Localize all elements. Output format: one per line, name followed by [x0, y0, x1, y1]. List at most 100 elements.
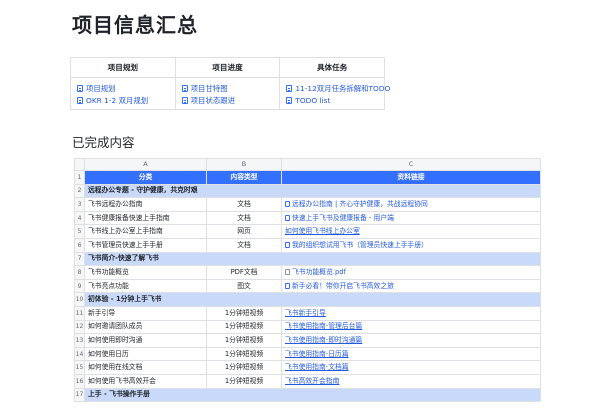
link-cell[interactable]: 飞书功能概览.pdf [281, 265, 541, 280]
doc-link-label: OKR 1-2 双月规划 [86, 95, 149, 105]
summary-cell-planning: 项目规划 OKR 1-2 双月规划 [70, 77, 176, 110]
resource-link[interactable]: 飞书使用指南-即时沟通篇 [285, 336, 362, 344]
header-cell-link[interactable]: 资料链接 [281, 170, 541, 185]
link-cell[interactable]: 飞书高效开会指南 [281, 373, 541, 389]
doc-link[interactable]: OKR 1-2 双月规划 [77, 94, 169, 106]
group-label[interactable]: 上手 - 飞书操作手册 [84, 387, 541, 403]
row-number[interactable]: 17 [74, 387, 85, 403]
category-cell[interactable]: 飞书健康报备快速上手指南 [84, 210, 207, 226]
group-row: 10 初体验 - 1分钟上手飞书 [74, 292, 541, 307]
row-number[interactable]: 4 [74, 210, 85, 226]
link-cell[interactable]: 新手必看！带你开启飞书高效之旅 [281, 278, 541, 294]
row-number[interactable]: 15 [74, 360, 85, 375]
header-cell-category[interactable]: 分类 [84, 170, 207, 185]
category-cell[interactable]: 如何使用飞书高效开会 [84, 373, 207, 389]
link-cell[interactable]: 飞书使用指南-日历篇 [281, 346, 541, 362]
type-cell[interactable]: 1分钟短视频 [206, 333, 282, 348]
resource-link[interactable]: 远程办公指南 | 齐心守护健康，共战远程协同 [292, 200, 428, 208]
category-cell[interactable]: 飞书亮点功能 [84, 278, 207, 294]
category-cell[interactable]: 飞书功能概览 [84, 265, 207, 280]
column-letter[interactable]: C [281, 158, 541, 171]
resource-link[interactable]: 飞书使用指南-日历篇 [285, 350, 349, 358]
doc-link[interactable]: 11-12双月任务拆解和TODO [286, 82, 390, 94]
category-cell[interactable]: 如何邀请团队成员 [84, 319, 207, 335]
row-number[interactable]: 9 [74, 278, 85, 294]
table-row: 16 如何使用飞书高效开会 1分钟短视频 飞书高效开会指南 [74, 373, 541, 389]
file-icon [285, 268, 290, 275]
doc-link[interactable]: 项目甘特图 [181, 82, 274, 94]
link-cell[interactable]: 快速上手飞书及健康报备 - 用户端 [281, 210, 541, 226]
type-cell[interactable]: PDF文档 [206, 265, 282, 280]
corner-cell[interactable] [74, 158, 85, 171]
row-number[interactable]: 10 [74, 292, 85, 307]
type-cell[interactable]: 网页 [206, 224, 282, 239]
doc-icon [286, 84, 293, 92]
row-number[interactable]: 11 [74, 305, 85, 321]
category-cell[interactable]: 新手引导 [84, 305, 207, 321]
doc-link-label: 项目状态跟进 [190, 95, 236, 105]
doc-link[interactable]: 项目规划 [77, 82, 169, 94]
column-letter[interactable]: A [84, 158, 207, 171]
row-number[interactable]: 1 [74, 170, 85, 185]
row-number[interactable]: 16 [74, 373, 85, 389]
header-cell-type[interactable]: 内容类型 [206, 170, 282, 185]
resource-link[interactable]: 飞书高效开会指南 [285, 377, 339, 385]
resource-link[interactable]: 快速上手飞书及健康报备 - 用户端 [292, 214, 394, 222]
link-cell[interactable]: 飞书新手引导 [281, 305, 541, 321]
table-row: 4 飞书健康报备快速上手指南 文档 快速上手飞书及健康报备 - 用户端 [74, 210, 541, 226]
type-cell[interactable]: 1分钟短视频 [206, 360, 282, 375]
type-cell[interactable]: 图文 [206, 278, 282, 294]
doc-link-label: TODO list [295, 95, 331, 105]
type-cell[interactable]: 1分钟短视频 [206, 305, 282, 321]
page-title: 项目信息汇总 [72, 13, 198, 37]
category-cell[interactable]: 飞书线上办公室上手指南 [84, 224, 207, 239]
link-cell[interactable]: 远程办公指南 | 齐心守护健康，共战远程协同 [281, 197, 541, 212]
category-cell[interactable]: 如何使用日历 [84, 346, 207, 362]
resource-link[interactable]: 飞书新手引导 [285, 309, 326, 317]
row-number[interactable]: 13 [74, 333, 85, 348]
resource-link[interactable]: 新手必看！带你开启飞书高效之旅 [292, 282, 394, 290]
section-title: 已完成内容 [72, 135, 135, 150]
row-number[interactable]: 12 [74, 319, 85, 335]
doc-icon [77, 84, 83, 92]
group-label[interactable]: 远程办公专题 - 守护健康，共克时艰 [84, 183, 541, 199]
doc-link[interactable]: 项目状态跟进 [181, 94, 274, 106]
group-label[interactable]: 飞书简介-快速了解飞书 [84, 251, 541, 267]
row-number[interactable]: 7 [74, 251, 85, 267]
link-cell[interactable]: 飞书使用指南-即时沟通篇 [281, 333, 541, 348]
row-number[interactable]: 14 [74, 346, 85, 362]
type-cell[interactable]: 文档 [206, 237, 282, 253]
table-row: 5 飞书线上办公室上手指南 网页 如何使用飞书线上办公室 [74, 224, 541, 239]
row-number[interactable]: 8 [74, 265, 85, 280]
type-cell[interactable]: 1分钟短视频 [206, 346, 282, 362]
summary-cell-progress: 项目甘特图 项目状态跟进 [174, 77, 281, 110]
group-row: 17 上手 - 飞书操作手册 [74, 387, 541, 403]
column-letter[interactable]: B [206, 158, 282, 171]
category-cell[interactable]: 如何使用在线文档 [84, 360, 207, 375]
category-cell[interactable]: 飞书远程办公指南 [84, 197, 207, 212]
category-cell[interactable]: 如何使用即时沟通 [84, 333, 207, 348]
type-cell[interactable]: 1分钟短视频 [206, 373, 282, 389]
resource-link[interactable]: 飞书使用指南-文档篇 [285, 363, 349, 371]
row-number[interactable]: 6 [74, 237, 85, 253]
link-cell[interactable]: 飞书使用指南-管理后台篇 [281, 319, 541, 335]
resource-link[interactable]: 飞书使用指南-管理后台篇 [285, 322, 362, 330]
table-row: 8 飞书功能概览 PDF文档 飞书功能概览.pdf [74, 265, 541, 280]
row-number[interactable]: 3 [74, 197, 85, 212]
group-row: 2 远程办公专题 - 守护健康，共克时艰 [74, 183, 541, 199]
type-cell[interactable]: 文档 [206, 210, 282, 226]
category-cell[interactable]: 飞书管理员快速上手手册 [84, 237, 207, 253]
doc-link[interactable]: TODO list [286, 94, 378, 106]
resource-link[interactable]: 飞书功能概览.pdf [292, 268, 346, 276]
link-cell[interactable]: 飞书使用指南-文档篇 [281, 360, 541, 375]
resource-link[interactable]: 我的组织想试用飞书（管理员快速上手手册） [292, 241, 428, 249]
row-number[interactable]: 5 [74, 224, 85, 239]
type-cell[interactable]: 文档 [206, 197, 282, 212]
row-number[interactable]: 2 [74, 183, 85, 199]
resource-link[interactable]: 如何使用飞书线上办公室 [285, 227, 360, 235]
type-cell[interactable]: 1分钟短视频 [206, 319, 282, 335]
doc-icon [286, 96, 293, 104]
group-label[interactable]: 初体验 - 1分钟上手飞书 [84, 292, 541, 307]
link-cell[interactable]: 如何使用飞书线上办公室 [281, 224, 541, 239]
link-cell[interactable]: 我的组织想试用飞书（管理员快速上手手册） [281, 237, 541, 253]
